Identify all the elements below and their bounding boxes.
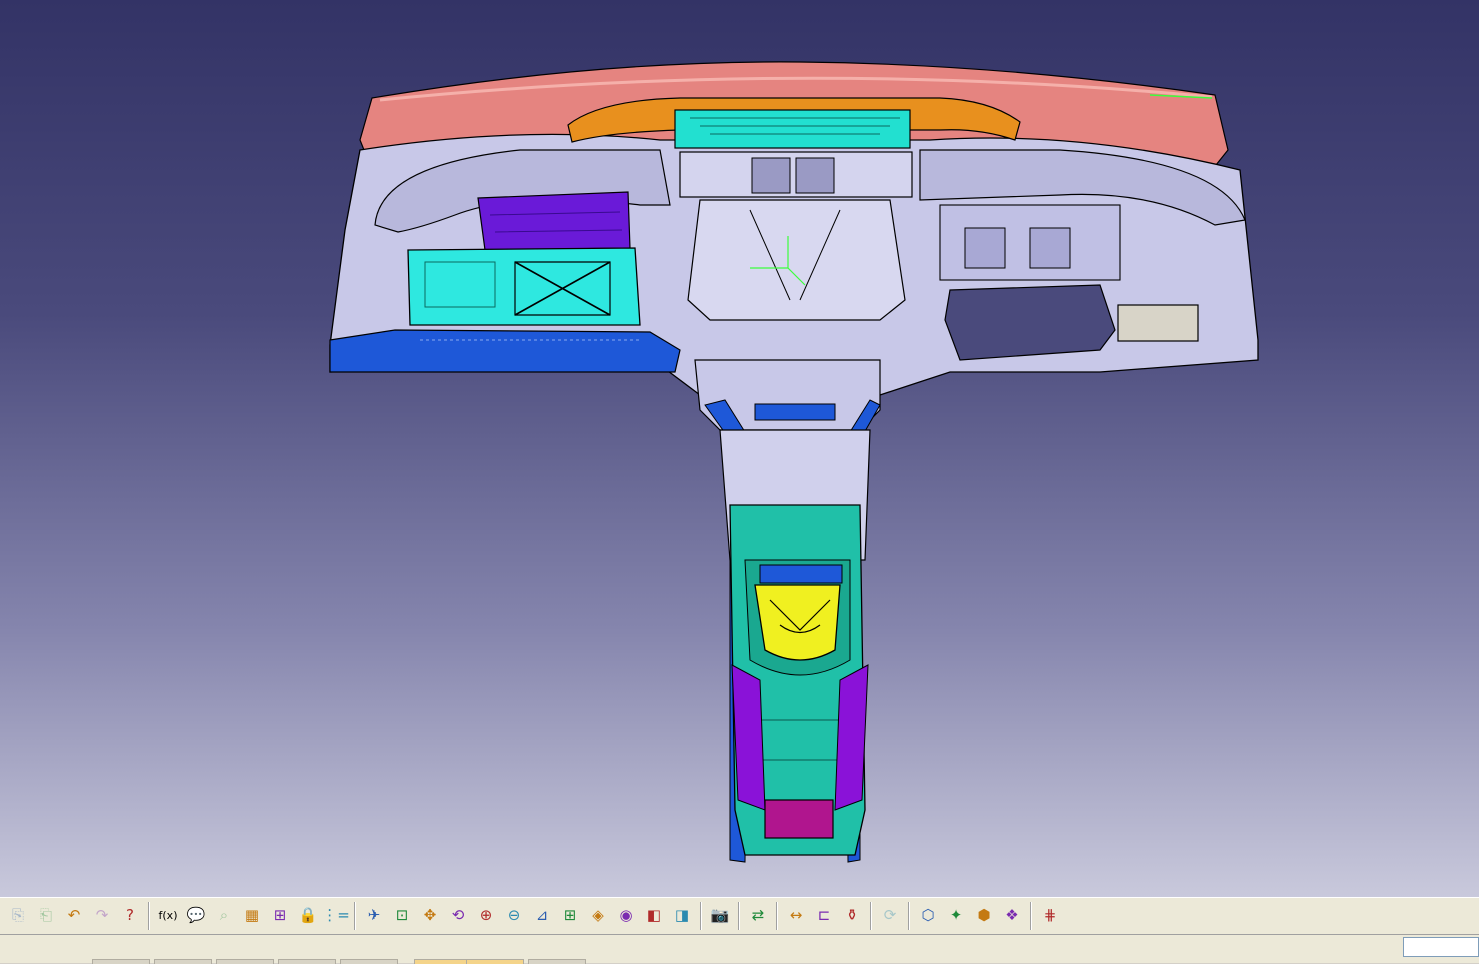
zoom-in-button[interactable]: ⊕ <box>474 903 498 927</box>
paste-icon: ⎗ <box>39 905 52 924</box>
multi-view-icon: ⊞ <box>563 905 577 924</box>
redo-button[interactable]: ↷ <box>90 903 114 927</box>
taskbar-tab[interactable] <box>340 959 398 964</box>
parameters-icon: ⋮= <box>322 905 350 924</box>
cupholder <box>754 584 841 661</box>
iso-view-icon: ◈ <box>592 905 604 924</box>
lower-bracket <box>329 329 681 373</box>
table-icon: ▦ <box>244 905 260 924</box>
normal-view-button[interactable]: ⊿ <box>530 903 554 927</box>
toolbar-separator <box>354 902 356 930</box>
move-button[interactable]: ⇄ <box>746 903 770 927</box>
capture-icon: 📷 <box>710 905 730 924</box>
status-bar <box>0 935 1479 964</box>
hide-show-icon: ◧ <box>646 905 662 924</box>
toolbar-separator <box>870 902 872 930</box>
undo-icon: ↶ <box>67 905 81 924</box>
toolbar-separator <box>738 902 740 930</box>
taskbar-tab-active[interactable] <box>466 959 524 964</box>
swap-space-button[interactable]: ◨ <box>670 903 694 927</box>
whats-this-button[interactable]: ? <box>118 903 142 927</box>
copy-button[interactable]: ⎘ <box>6 903 30 927</box>
knowledge-button[interactable]: ⌕ <box>212 903 236 927</box>
copy-icon: ⎘ <box>11 905 24 924</box>
toolbar-separator <box>700 902 702 930</box>
rear-bin <box>764 799 834 839</box>
apply-material-button[interactable]: ⬡ <box>916 903 940 927</box>
taskbar-tab[interactable] <box>216 959 274 964</box>
measure-inertia-icon: ⚱ <box>845 905 859 924</box>
tree-icon: ⊞ <box>273 905 287 924</box>
lock-button[interactable]: 🔒 <box>296 903 320 927</box>
center-vent <box>674 109 911 149</box>
shading-button[interactable]: ◉ <box>614 903 638 927</box>
taskbar-tab-active[interactable] <box>414 959 472 964</box>
taskbar-tab[interactable] <box>92 959 150 964</box>
zoom-in-icon: ⊕ <box>479 905 493 924</box>
undo-button[interactable]: ↶ <box>62 903 86 927</box>
toolbar-separator <box>1030 902 1032 930</box>
taskbar-tab[interactable] <box>528 959 586 964</box>
grid-button[interactable]: ⋕ <box>1038 903 1062 927</box>
taskbar-tab[interactable] <box>154 959 212 964</box>
measure-between-icon: ↔ <box>789 905 803 924</box>
center-stack <box>687 199 906 321</box>
toolbar-separator <box>776 902 778 930</box>
glovebox-module <box>407 247 641 326</box>
zoom-out-button[interactable]: ⊖ <box>502 903 526 927</box>
render-button[interactable]: ⬢ <box>972 903 996 927</box>
taskbar-tab[interactable] <box>278 959 336 964</box>
table-button[interactable]: ▦ <box>240 903 264 927</box>
toolbar-separator <box>148 902 150 930</box>
comment-icon: 💬 <box>186 905 206 924</box>
redo-icon: ↷ <box>95 905 109 924</box>
pan-button[interactable]: ✥ <box>418 903 442 927</box>
catalog-button[interactable]: ✦ <box>944 903 968 927</box>
measure-between-button[interactable]: ↔ <box>784 903 808 927</box>
multi-view-button[interactable]: ⊞ <box>558 903 582 927</box>
formula-button[interactable]: f(x) <box>156 903 180 927</box>
fly-mode-icon: ✈ <box>367 905 381 924</box>
power-input-field[interactable] <box>1403 937 1479 957</box>
measure-item-button[interactable]: ⊏ <box>812 903 836 927</box>
scene-button[interactable]: ❖ <box>1000 903 1024 927</box>
fly-mode-button[interactable]: ✈ <box>362 903 386 927</box>
update-button[interactable]: ⟳ <box>878 903 902 927</box>
whats-this-icon: ? <box>126 905 134 924</box>
instrument-panel-model[interactable] <box>0 0 1479 897</box>
passenger-airbag <box>477 191 631 251</box>
apply-material-icon: ⬡ <box>921 905 935 924</box>
update-icon: ⟳ <box>883 905 897 924</box>
formula-icon: f(x) <box>158 908 178 922</box>
catalog-icon: ✦ <box>949 905 963 924</box>
capture-button[interactable]: 📷 <box>708 903 732 927</box>
swap-space-icon: ◨ <box>674 905 690 924</box>
3d-viewport[interactable] <box>0 0 1479 897</box>
lock-icon: 🔒 <box>298 905 318 924</box>
paste-button[interactable]: ⎗ <box>34 903 58 927</box>
shading-icon: ◉ <box>619 905 633 924</box>
fit-all-button[interactable]: ⊡ <box>390 903 414 927</box>
zoom-out-icon: ⊖ <box>507 905 521 924</box>
move-icon: ⇄ <box>751 905 765 924</box>
measure-inertia-button[interactable]: ⚱ <box>840 903 864 927</box>
tree-button[interactable]: ⊞ <box>268 903 292 927</box>
rotate-icon: ⟲ <box>451 905 465 924</box>
pan-icon: ✥ <box>423 905 437 924</box>
toolbar-separator <box>908 902 910 930</box>
iso-view-button[interactable]: ◈ <box>586 903 610 927</box>
scene-icon: ❖ <box>1005 905 1019 924</box>
rotate-button[interactable]: ⟲ <box>446 903 470 927</box>
comment-button[interactable]: 💬 <box>184 903 208 927</box>
fit-all-icon: ⊡ <box>395 905 409 924</box>
hide-show-button[interactable]: ◧ <box>642 903 666 927</box>
parameters-button[interactable]: ⋮= <box>322 903 350 927</box>
knowledge-icon: ⌕ <box>219 905 229 924</box>
normal-view-icon: ⊿ <box>535 905 549 924</box>
grid-icon: ⋕ <box>1043 905 1057 924</box>
render-icon: ⬢ <box>977 905 991 924</box>
measure-item-icon: ⊏ <box>817 905 831 924</box>
bottom-toolbar: ⎘ ⎗ ↶ ↷? f(x) 💬 ⌕ ▦ ⊞ 🔒 ⋮= ✈ ⊡ ✥ ⟲ ⊕ ⊖ ⊿ ⊞ ◈ ◉ ◧ ◨ 📷 ⇄ ↔ ⊏ ⚱ ⟳ ⬡ ✦ ⬢ ❖ ⋕ <box>0 897 1479 935</box>
